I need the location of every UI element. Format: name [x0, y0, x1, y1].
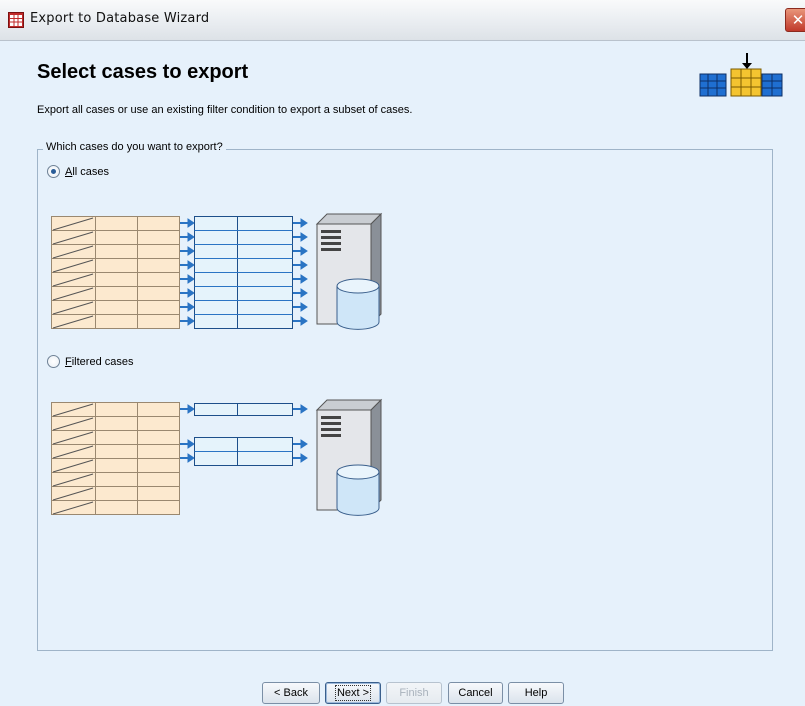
- close-icon: ✕: [791, 11, 805, 29]
- database-server-icon: [315, 212, 383, 330]
- title-bar[interactable]: Export to Database Wizard ✕: [0, 0, 805, 41]
- filtered-arrows-to-target: [180, 404, 195, 463]
- wizard-button-bar: < Back Next > Finish Cancel Help: [0, 682, 805, 706]
- all-cases-illustration: [51, 212, 383, 330]
- cancel-button[interactable]: Cancel: [448, 682, 503, 704]
- all-cases-label: All cases: [65, 165, 110, 178]
- case-selection-group-label: Which cases do you want to export?: [43, 141, 226, 153]
- down-arrow-icon: [742, 53, 752, 69]
- arrows-to-server: [293, 218, 308, 326]
- page-description: Export all cases or use an existing filt…: [37, 104, 413, 116]
- cancel-button-label: Cancel: [458, 687, 493, 699]
- filtered-cases-radio-button[interactable]: [47, 355, 60, 368]
- help-button-label: Help: [524, 687, 548, 699]
- table-blue-left: [699, 73, 727, 97]
- filtered-arrows-to-server: [293, 404, 308, 463]
- finish-button: Finish: [386, 682, 442, 704]
- spreadsheet-app-icon: [8, 12, 24, 28]
- back-button-label: < Back: [274, 687, 308, 699]
- arrows-to-target: [180, 218, 195, 326]
- wizard-window: Export to Database Wizard ✕ Select cases…: [0, 0, 805, 706]
- filtered-cases-radio[interactable]: Filtered cases: [47, 355, 134, 368]
- finish-button-label: Finish: [399, 687, 429, 699]
- filtered-target-rows: [194, 403, 293, 466]
- close-button[interactable]: ✕: [785, 8, 805, 32]
- table-blue-right: [761, 73, 783, 97]
- table-yellow-center: [730, 68, 762, 97]
- source-table: [51, 402, 180, 515]
- help-button[interactable]: Help: [508, 682, 564, 704]
- all-cases-radio[interactable]: All cases: [47, 165, 109, 178]
- filtered-cases-label: Filtered cases: [65, 355, 134, 368]
- export-database-icon: [699, 53, 783, 97]
- database-server-icon: [315, 398, 383, 516]
- wizard-content: Select cases to export Export all cases …: [0, 41, 805, 706]
- all-cases-radio-button[interactable]: [47, 165, 60, 178]
- filtered-cases-illustration: [51, 398, 383, 516]
- back-button[interactable]: < Back: [262, 682, 320, 704]
- source-table: [51, 216, 180, 329]
- target-table: [194, 216, 293, 329]
- next-button-label: Next >: [334, 685, 372, 701]
- window-title: Export to Database Wizard: [30, 11, 210, 26]
- next-button[interactable]: Next >: [325, 682, 381, 704]
- page-title: Select cases to export: [37, 61, 249, 83]
